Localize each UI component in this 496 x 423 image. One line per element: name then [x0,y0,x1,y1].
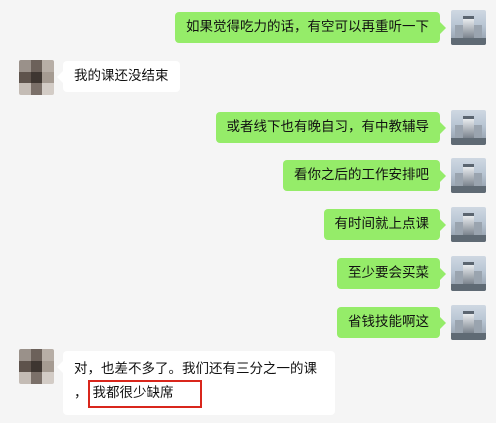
building-avatar-icon [451,110,486,145]
pixelated-avatar-icon [19,349,54,384]
message-bubble-self[interactable]: 如果觉得吃力的话，有空可以再重听一下 [175,12,446,43]
other-avatar[interactable] [19,349,54,384]
highlighted-text: 我都很少缺席 [87,380,202,408]
building-avatar-icon [451,305,486,340]
message-bubble-other[interactable]: 我的课还没结束 [57,61,180,92]
self-avatar[interactable] [451,256,486,291]
pixelated-avatar-icon [19,60,54,95]
building-avatar-icon [451,158,486,193]
building-avatar-icon [451,10,486,45]
message-bubble-self[interactable]: 至少要会买菜 [337,258,446,289]
self-avatar[interactable] [451,110,486,145]
message-bubble-self[interactable]: 看你之后的工作安排吧 [283,160,446,191]
self-avatar[interactable] [451,305,486,340]
message-bubble-self[interactable]: 或者线下也有晚自习，有中教辅导 [215,112,446,143]
other-avatar[interactable] [19,60,54,95]
self-avatar[interactable] [451,207,486,242]
message-text: ， [74,385,88,401]
message-bubble-self[interactable]: 有时间就上点课 [323,209,446,240]
message-bubble-self[interactable]: 省钱技能啊这 [337,307,446,338]
message-line: 对，也差不多了。我们还有三分之一的课 [74,361,317,377]
building-avatar-icon [451,207,486,242]
self-avatar[interactable] [451,10,486,45]
message-bubble-other[interactable]: 对，也差不多了。我们还有三分之一的课 ，我都很少缺席 [57,351,335,415]
self-avatar[interactable] [451,158,486,193]
building-avatar-icon [451,256,486,291]
message-line: ，我都很少缺席 [74,380,324,408]
